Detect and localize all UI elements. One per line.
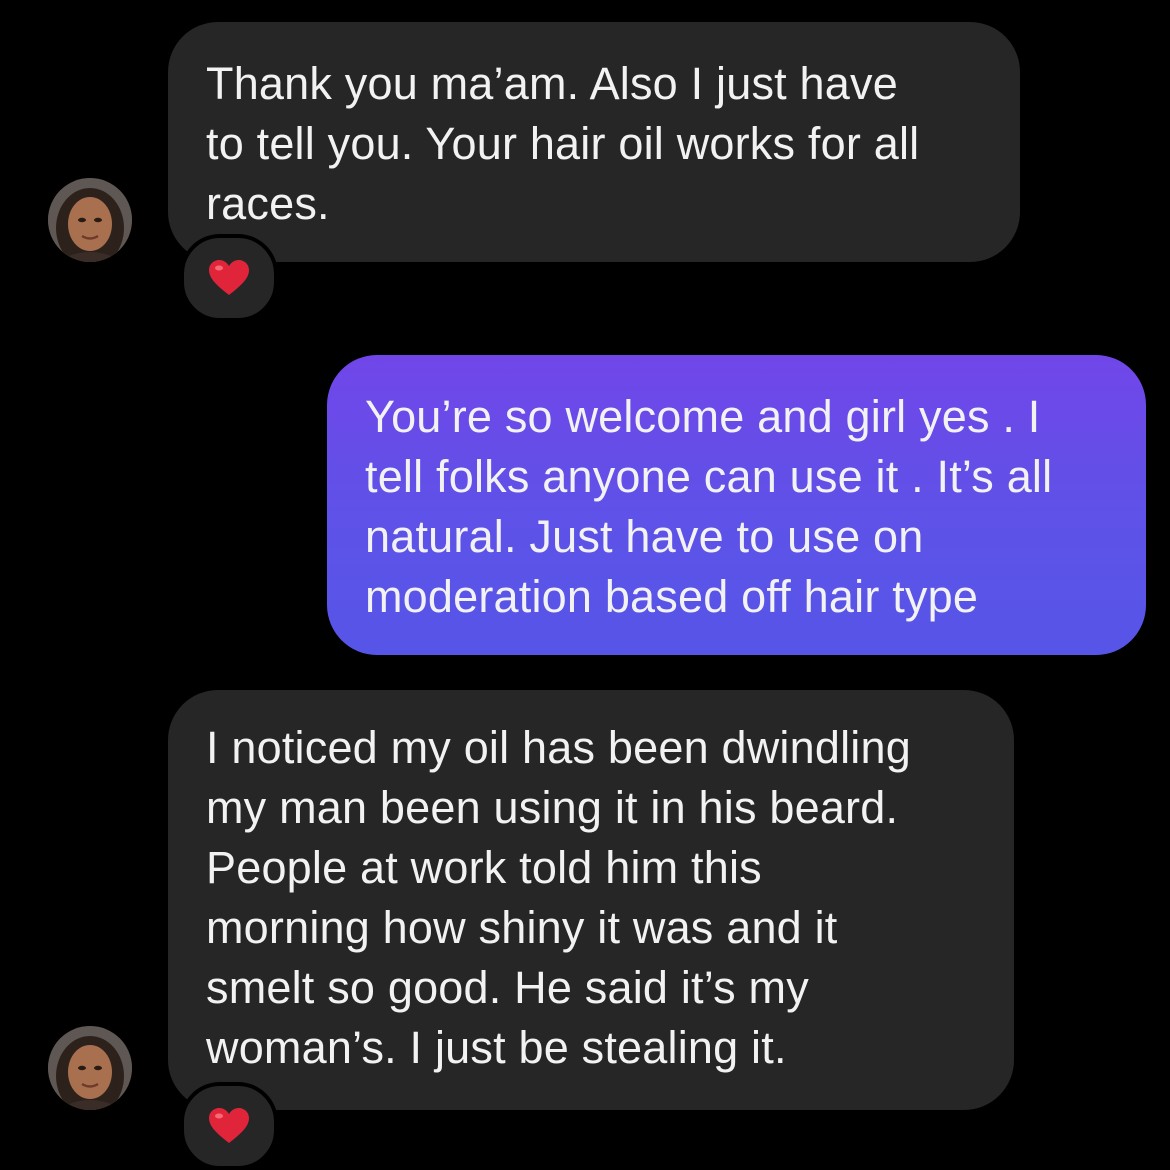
- reaction-badge[interactable]: [180, 1082, 278, 1170]
- message-text-line: You’re so welcome and girl yes . I: [365, 391, 1041, 442]
- message-text-line: tell folks anyone can use it . It’s all: [365, 451, 1053, 502]
- message-text-line: Thank you ma’am. Also I just have: [206, 58, 898, 109]
- sender-avatar[interactable]: [48, 1026, 132, 1110]
- incoming-message-bubble[interactable]: Thank you ma’am. Also I just have to tel…: [168, 22, 1020, 262]
- reaction-badge[interactable]: [180, 234, 278, 322]
- heart-icon: [209, 1108, 249, 1143]
- message-text-line: races.: [206, 178, 330, 229]
- avatar-portrait-icon: [48, 178, 132, 262]
- outgoing-message-bubble[interactable]: You’re so welcome and girl yes . I tell …: [327, 355, 1146, 655]
- message-text-line: moderation based off hair type: [365, 571, 979, 622]
- message-text-line: natural. Just have to use on: [365, 511, 924, 562]
- message-text-line: to tell you. Your hair oil works for all: [206, 118, 920, 169]
- message-text-line: woman’s. I just be stealing it.: [206, 1022, 787, 1073]
- message-text-line: smelt so good. He said it’s my: [206, 962, 809, 1013]
- heart-icon: [209, 260, 249, 295]
- avatar-portrait-icon: [48, 1026, 132, 1110]
- message-text-line: People at work told him this: [206, 842, 762, 893]
- message-text-line: my man been using it in his beard.: [206, 782, 899, 833]
- sender-avatar[interactable]: [48, 178, 132, 262]
- message-text-line: morning how shiny it was and it: [206, 902, 838, 953]
- incoming-message-bubble[interactable]: I noticed my oil has been dwindling my m…: [168, 690, 1014, 1110]
- message-text-line: I noticed my oil has been dwindling: [206, 722, 911, 773]
